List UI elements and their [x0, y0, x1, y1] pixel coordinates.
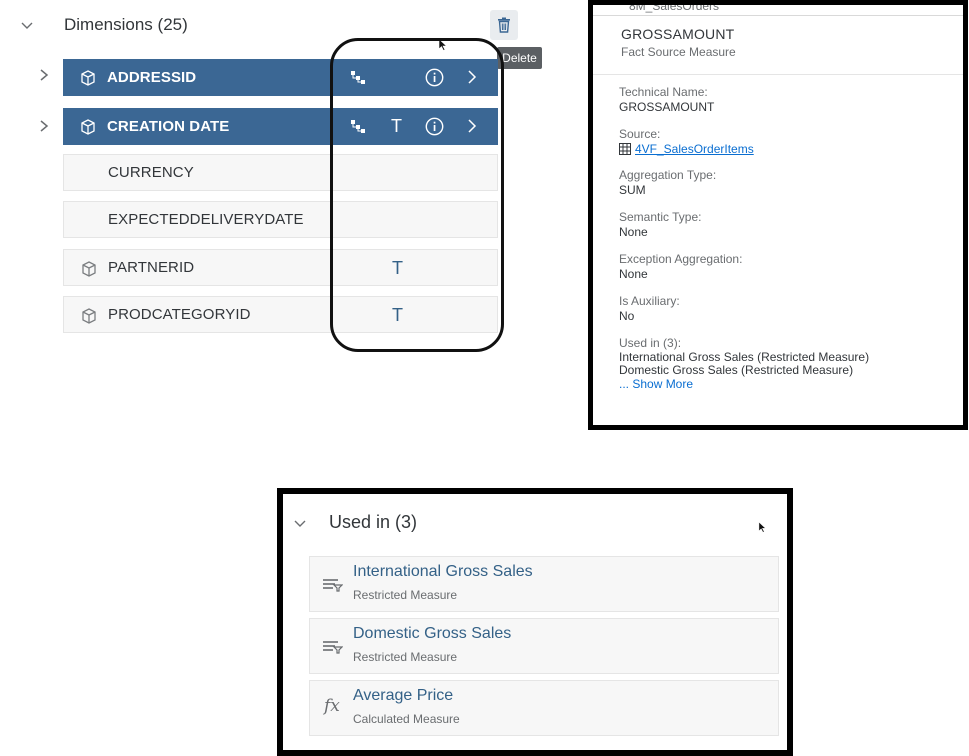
- dimension-name: ADDRESSID: [107, 69, 197, 86]
- restricted-measure-icon: [323, 641, 343, 654]
- dimension-cube-icon: [82, 308, 96, 324]
- aggregation-type-field: Aggregation Type: SUM: [619, 168, 959, 198]
- used-in-item-name[interactable]: Average Price: [353, 687, 453, 705]
- chevron-right-icon[interactable]: [38, 68, 50, 82]
- table-icon: [619, 143, 631, 155]
- dimension-name: PRODCATEGORYID: [108, 306, 251, 323]
- dimension-name: PARTNERID: [108, 259, 195, 276]
- popover-body: Technical Name: GROSSAMOUNT Source: 4VF_…: [619, 85, 959, 404]
- dimension-name: EXPECTEDDELIVERYDATE: [108, 211, 304, 228]
- popover-subtitle: Fact Source Measure: [621, 45, 736, 59]
- used-in-item[interactable]: Domestic Gross Sales Restricted Measure: [309, 618, 779, 674]
- field-label: Is Auxiliary:: [619, 294, 680, 308]
- used-in-item-type: Calculated Measure: [353, 712, 460, 726]
- exception-aggregation-field: Exception Aggregation: None: [619, 252, 959, 282]
- used-in-header[interactable]: Used in (3): [293, 512, 417, 533]
- field-value: SUM: [619, 183, 646, 197]
- field-value: None: [619, 225, 648, 239]
- chevron-down-icon[interactable]: [293, 516, 307, 530]
- used-in-title: Used in (3): [329, 512, 418, 532]
- fx-icon: fx: [324, 696, 340, 716]
- field-label: Aggregation Type:: [619, 168, 717, 182]
- field-label: Source:: [619, 127, 661, 141]
- semantic-type-field: Semantic Type: None: [619, 210, 959, 240]
- source-link[interactable]: 4VF_SalesOrderItems: [635, 142, 754, 156]
- used-in-panel: Used in (3) International Gross Sales Re…: [277, 488, 793, 756]
- dimension-cube-icon: [81, 119, 95, 135]
- restricted-measure-icon: [323, 579, 343, 592]
- show-more-link[interactable]: ... Show More: [619, 377, 959, 392]
- used-in-item[interactable]: fx Average Price Calculated Measure: [309, 680, 779, 736]
- used-in-item-type: Restricted Measure: [353, 588, 458, 602]
- annotation-highlight-box: [330, 38, 504, 352]
- background-peek-text: 8M_SalesOrders: [629, 0, 720, 13]
- used-in-item-name[interactable]: International Gross Sales: [353, 563, 533, 581]
- divider: [593, 15, 963, 16]
- popover-header: GROSSAMOUNT Fact Source Measure: [593, 17, 963, 75]
- used-in-item-type: Restricted Measure: [353, 650, 458, 664]
- dimension-name: CREATION DATE: [107, 118, 230, 135]
- used-in-field: Used in (3): International Gross Sales (…: [619, 336, 959, 392]
- source-field: Source: 4VF_SalesOrderItems: [619, 127, 959, 156]
- field-label: Used in (3):: [619, 336, 682, 350]
- dimension-cube-icon: [82, 261, 96, 277]
- is-auxiliary-field: Is Auxiliary: No: [619, 294, 959, 324]
- trash-icon: [498, 17, 510, 33]
- dimension-cube-icon: [81, 70, 95, 86]
- dimensions-title: Dimensions (25): [64, 15, 188, 34]
- dimension-name: CURRENCY: [108, 164, 194, 181]
- used-in-item[interactable]: International Gross Sales Restricted Mea…: [309, 556, 779, 612]
- popover-title: GROSSAMOUNT: [621, 26, 735, 42]
- used-in-item-name[interactable]: Domestic Gross Sales: [353, 625, 511, 643]
- field-label: Semantic Type:: [619, 210, 702, 224]
- dimensions-header[interactable]: Dimensions (25): [20, 10, 518, 40]
- chevron-down-icon[interactable]: [20, 18, 34, 32]
- measure-details-popover: 8M_SalesOrders GROSSAMOUNT Fact Source M…: [588, 0, 968, 430]
- used-in-entry: Domestic Gross Sales (Restricted Measure…: [619, 363, 854, 377]
- mouse-cursor-icon: [758, 521, 767, 533]
- delete-button[interactable]: [490, 10, 518, 40]
- field-label: Exception Aggregation:: [619, 252, 743, 266]
- field-value: GROSSAMOUNT: [619, 100, 715, 114]
- technical-name-field: Technical Name: GROSSAMOUNT: [619, 85, 959, 115]
- field-label: Technical Name:: [619, 85, 708, 99]
- chevron-right-icon[interactable]: [38, 119, 50, 133]
- field-value: No: [619, 309, 635, 323]
- field-value: None: [619, 267, 648, 281]
